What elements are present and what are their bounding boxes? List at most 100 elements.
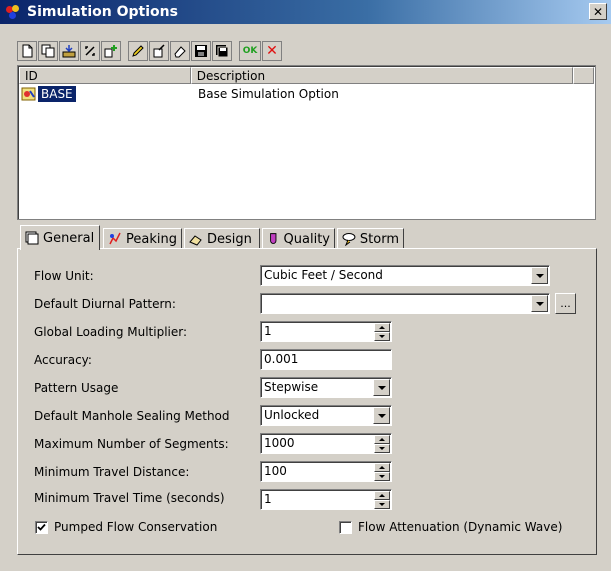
duplicate-button[interactable] xyxy=(38,41,58,61)
loading-multiplier-down[interactable] xyxy=(374,332,390,341)
min-travel-distance-value: 100 xyxy=(264,464,287,478)
tab-design-label: Design xyxy=(207,231,252,247)
max-segments-down[interactable] xyxy=(374,444,390,453)
flow-unit-label: Flow Unit: xyxy=(34,269,94,283)
arrow-down-icon xyxy=(379,335,385,338)
cancel-button[interactable]: ✕ xyxy=(262,41,282,61)
app-icon xyxy=(5,4,21,20)
tab-general[interactable]: General xyxy=(20,225,100,250)
diurnal-pattern-label: Default Diurnal Pattern: xyxy=(34,297,176,311)
ok-icon: OK xyxy=(242,46,258,56)
close-button[interactable]: ✕ xyxy=(589,3,607,20)
sealing-method-dropdown-arrow[interactable] xyxy=(373,407,390,424)
list-item[interactable]: BASE Base Simulation Option xyxy=(20,85,590,103)
min-travel-time-up[interactable] xyxy=(374,491,390,500)
min-travel-time-stepper[interactable]: 1 xyxy=(260,489,392,510)
column-header-description[interactable]: Description xyxy=(190,67,574,84)
min-travel-time-value: 1 xyxy=(264,492,272,506)
diurnal-pattern-select[interactable] xyxy=(260,293,550,314)
chevron-down-icon xyxy=(377,413,386,418)
tab-quality[interactable]: Quality xyxy=(262,228,335,249)
min-travel-time-down[interactable] xyxy=(374,500,390,509)
ok-button[interactable]: OK xyxy=(239,41,261,61)
pencil-icon xyxy=(132,45,144,57)
accuracy-input[interactable]: 0.001 xyxy=(260,349,392,370)
delete-button[interactable] xyxy=(170,41,190,61)
tab-general-label: General xyxy=(43,230,95,246)
flow-attenuation-check-box[interactable] xyxy=(339,520,352,534)
arrow-up-icon xyxy=(379,326,385,329)
arrow-up-icon xyxy=(379,466,385,469)
eraser-icon xyxy=(174,46,186,58)
chevron-down-icon xyxy=(535,273,544,278)
column-header-id[interactable]: ID xyxy=(19,67,191,84)
window-title: Simulation Options xyxy=(27,4,178,20)
simulation-option-icon xyxy=(21,87,36,101)
min-travel-distance-stepper[interactable]: 100 xyxy=(260,461,392,482)
flow-unit-select[interactable]: Cubic Feet / Second xyxy=(260,265,550,286)
peaking-icon xyxy=(109,232,121,245)
import-icon xyxy=(62,45,76,58)
accuracy-value: 0.001 xyxy=(264,352,299,366)
link-button[interactable] xyxy=(80,41,100,61)
import-button[interactable] xyxy=(59,41,79,61)
pattern-usage-select[interactable]: Stepwise xyxy=(260,377,392,398)
new-icon xyxy=(22,44,33,58)
max-segments-up[interactable] xyxy=(374,435,390,444)
rename-button[interactable] xyxy=(149,41,169,61)
tab-storm-label: Storm xyxy=(359,231,399,247)
pumped-flow-checkbox[interactable]: Pumped Flow Conservation xyxy=(35,520,217,534)
checkmark-icon xyxy=(37,523,46,531)
loading-multiplier-value: 1 xyxy=(264,324,272,338)
accuracy-label: Accuracy: xyxy=(34,353,92,367)
min-travel-distance-label: Minimum Travel Distance: xyxy=(34,465,190,479)
rename-icon xyxy=(153,44,165,58)
save-icon xyxy=(195,45,207,57)
pattern-usage-label: Pattern Usage xyxy=(34,381,119,395)
pattern-usage-dropdown-arrow[interactable] xyxy=(373,379,390,396)
quality-icon xyxy=(270,233,277,244)
pumped-flow-label: Pumped Flow Conservation xyxy=(54,520,218,534)
flow-attenuation-checkbox[interactable]: Flow Attenuation (Dynamic Wave) xyxy=(339,520,562,534)
storm-icon xyxy=(342,233,356,246)
title-bar[interactable]: Simulation Options ✕ xyxy=(0,0,611,24)
row-description: Base Simulation Option xyxy=(198,87,339,101)
chevron-down-icon xyxy=(377,385,386,390)
pumped-flow-check-box[interactable] xyxy=(35,520,48,534)
max-segments-stepper[interactable]: 1000 xyxy=(260,433,392,454)
sealing-method-label: Default Manhole Sealing Method xyxy=(34,409,230,423)
general-icon xyxy=(25,231,39,245)
diurnal-pattern-browse-button[interactable]: ... xyxy=(555,293,576,314)
tab-design[interactable]: Design xyxy=(184,228,260,249)
edit-link-icon xyxy=(85,46,95,56)
simulation-options-list[interactable]: ID Description BASE Base Simulation Opti… xyxy=(17,65,596,220)
tab-peaking-label: Peaking xyxy=(126,231,177,247)
loading-multiplier-stepper[interactable]: 1 xyxy=(260,321,392,342)
edit-button[interactable] xyxy=(128,41,148,61)
diurnal-pattern-dropdown-arrow[interactable] xyxy=(531,295,548,312)
loading-multiplier-up[interactable] xyxy=(374,323,390,332)
arrow-up-icon xyxy=(379,438,385,441)
add-icon xyxy=(104,45,117,58)
arrow-up-icon xyxy=(379,494,385,497)
save-button[interactable] xyxy=(191,41,211,61)
new-button[interactable] xyxy=(17,41,37,61)
flow-unit-dropdown-arrow[interactable] xyxy=(531,267,548,284)
sealing-method-select[interactable]: Unlocked xyxy=(260,405,392,426)
min-travel-distance-down[interactable] xyxy=(374,472,390,481)
chevron-down-icon xyxy=(535,301,544,306)
flow-unit-value: Cubic Feet / Second xyxy=(264,268,383,282)
max-segments-value: 1000 xyxy=(264,436,295,450)
min-travel-distance-up[interactable] xyxy=(374,463,390,472)
cancel-icon: ✕ xyxy=(266,43,278,59)
save-all-button[interactable] xyxy=(212,41,232,61)
tab-peaking[interactable]: Peaking xyxy=(103,228,182,249)
toolbar: OK ✕ xyxy=(17,40,283,62)
list-header: ID Description xyxy=(19,67,594,84)
tab-storm[interactable]: Storm xyxy=(337,228,404,249)
flow-attenuation-label: Flow Attenuation (Dynamic Wave) xyxy=(358,520,563,534)
column-header-filler xyxy=(573,67,594,84)
add-button[interactable] xyxy=(101,41,121,61)
sealing-method-value: Unlocked xyxy=(264,408,320,422)
tab-quality-label: Quality xyxy=(283,231,330,247)
